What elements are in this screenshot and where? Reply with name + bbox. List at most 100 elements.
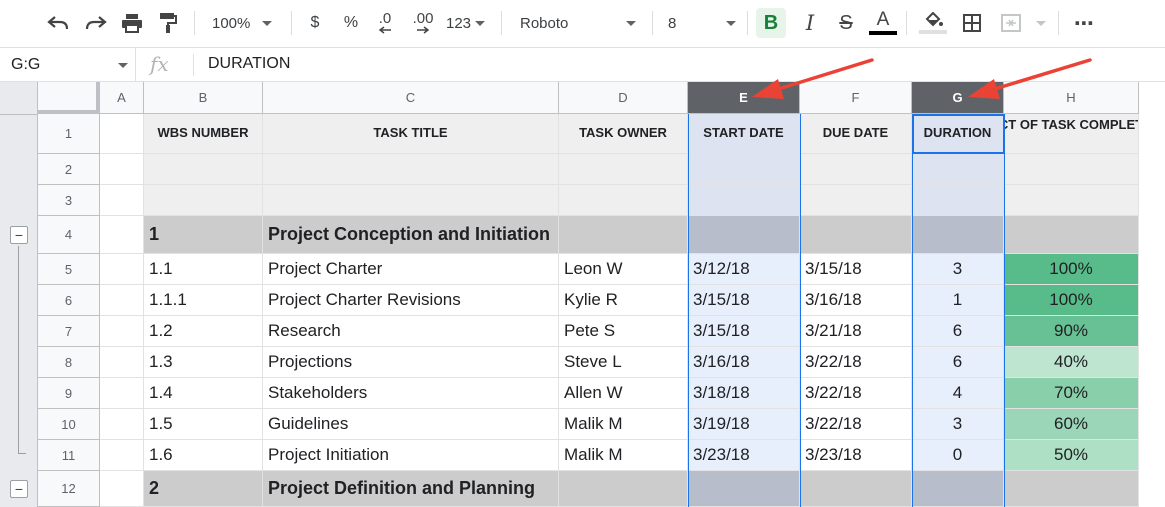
collapse-group-button[interactable]: − — [10, 480, 28, 498]
fill-color-icon[interactable] — [918, 8, 948, 38]
task-duration-cell[interactable]: 3 — [912, 409, 1004, 440]
grid-cell[interactable] — [800, 154, 912, 185]
italic-button[interactable]: I — [796, 8, 824, 38]
grid-cell[interactable] — [263, 154, 559, 185]
task-wbs-cell[interactable]: 1.2 — [144, 316, 263, 347]
task-due-cell[interactable]: 3/23/18 — [800, 440, 912, 471]
grid-cell[interactable] — [1004, 185, 1139, 216]
grid-cell[interactable] — [100, 254, 144, 285]
task-start-cell[interactable]: 3/15/18 — [688, 316, 800, 347]
grid-cell[interactable] — [1004, 154, 1139, 185]
task-pct-cell[interactable]: 60% — [1004, 409, 1139, 440]
grid-cell[interactable] — [100, 440, 144, 471]
task-duration-cell[interactable]: 6 — [912, 316, 1004, 347]
task-due-cell[interactable]: 3/22/18 — [800, 378, 912, 409]
row-header[interactable]: 9 — [38, 378, 100, 409]
grid-cell[interactable] — [100, 114, 144, 154]
group-row-cell[interactable] — [912, 471, 1004, 507]
task-pct-cell[interactable]: 100% — [1004, 285, 1139, 316]
print-icon[interactable] — [118, 8, 146, 38]
column-header-c[interactable]: C — [263, 82, 559, 114]
task-title-cell[interactable]: Stakeholders — [263, 378, 559, 409]
task-due-cell[interactable]: 3/21/18 — [800, 316, 912, 347]
grid-cell[interactable] — [559, 154, 688, 185]
header-cell-due[interactable]: DUE DATE — [800, 114, 912, 154]
group-title-cell[interactable]: Project Conception and Initiation — [263, 216, 559, 254]
task-pct-cell[interactable]: 40% — [1004, 347, 1139, 378]
header-cell-wbs[interactable]: WBS NUMBER — [144, 114, 263, 154]
grid-cell[interactable] — [100, 347, 144, 378]
column-header-f[interactable]: F — [800, 82, 912, 114]
task-start-cell[interactable]: 3/12/18 — [688, 254, 800, 285]
name-box[interactable]: G:G — [0, 48, 136, 81]
paint-format-icon[interactable] — [154, 8, 182, 38]
collapse-group-button[interactable]: − — [10, 226, 28, 244]
column-header-g[interactable]: G — [912, 82, 1004, 114]
redo-icon[interactable] — [82, 8, 110, 38]
task-owner-cell[interactable]: Pete S — [559, 316, 688, 347]
task-owner-cell[interactable]: Allen W — [559, 378, 688, 409]
group-row-cell[interactable] — [800, 216, 912, 254]
select-all-corner[interactable] — [38, 82, 100, 114]
task-wbs-cell[interactable]: 1.5 — [144, 409, 263, 440]
task-pct-cell[interactable]: 50% — [1004, 440, 1139, 471]
task-due-cell[interactable]: 3/16/18 — [800, 285, 912, 316]
grid-cell[interactable] — [688, 185, 800, 216]
task-start-cell[interactable]: 3/23/18 — [688, 440, 800, 471]
task-title-cell[interactable]: Project Charter Revisions — [263, 285, 559, 316]
grid-cell[interactable] — [559, 185, 688, 216]
group-row-cell[interactable] — [800, 471, 912, 507]
number-format-select[interactable]: 123 — [446, 8, 492, 38]
row-header[interactable]: 7 — [38, 316, 100, 347]
strikethrough-button[interactable]: S — [832, 8, 860, 38]
row-header[interactable]: 4 — [38, 216, 100, 254]
row-header[interactable]: 8 — [38, 347, 100, 378]
group-row-cell[interactable] — [688, 471, 800, 507]
task-title-cell[interactable]: Project Initiation — [263, 440, 559, 471]
grid-cell[interactable] — [688, 154, 800, 185]
header-cell-task[interactable]: TASK TITLE — [263, 114, 559, 154]
header-cell-owner[interactable]: TASK OWNER — [559, 114, 688, 154]
task-pct-cell[interactable]: 70% — [1004, 378, 1139, 409]
currency-format-button[interactable]: $ — [304, 8, 326, 38]
task-wbs-cell[interactable]: 1.3 — [144, 347, 263, 378]
grid-cell[interactable] — [263, 185, 559, 216]
group-row-cell[interactable] — [912, 216, 1004, 254]
increase-decimal-button[interactable]: .00 — [408, 8, 438, 38]
task-start-cell[interactable]: 3/15/18 — [688, 285, 800, 316]
column-header-h[interactable]: H — [1004, 82, 1139, 114]
task-due-cell[interactable]: 3/15/18 — [800, 254, 912, 285]
font-size-select[interactable]: 8 — [668, 8, 740, 38]
grid-cell[interactable] — [100, 216, 144, 254]
task-owner-cell[interactable]: Malik M — [559, 440, 688, 471]
decrease-decimal-button[interactable]: .0 — [372, 8, 398, 38]
grid-cell[interactable] — [100, 285, 144, 316]
task-pct-cell[interactable]: 90% — [1004, 316, 1139, 347]
chevron-down-icon[interactable] — [1036, 21, 1046, 26]
more-options-button[interactable]: ⋯ — [1070, 8, 1098, 38]
grid-cell[interactable] — [912, 185, 1004, 216]
grid-cell[interactable] — [800, 185, 912, 216]
task-title-cell[interactable]: Projections — [263, 347, 559, 378]
grid-cell[interactable] — [100, 316, 144, 347]
grid-cell[interactable] — [100, 471, 144, 507]
task-title-cell[interactable]: Project Charter — [263, 254, 559, 285]
task-owner-cell[interactable]: Steve L — [559, 347, 688, 378]
group-wbs-cell[interactable]: 2 — [144, 471, 263, 507]
grid-cell[interactable] — [100, 185, 144, 216]
column-header-a[interactable]: A — [100, 82, 144, 114]
task-due-cell[interactable]: 3/22/18 — [800, 347, 912, 378]
borders-icon[interactable] — [958, 8, 986, 38]
group-row-cell[interactable] — [1004, 471, 1139, 507]
group-row-cell[interactable] — [688, 216, 800, 254]
row-header[interactable]: 11 — [38, 440, 100, 471]
text-color-button[interactable]: A — [868, 8, 898, 38]
header-cell-duration[interactable]: DURATION — [912, 114, 1004, 154]
zoom-select[interactable]: 100% — [212, 8, 282, 38]
task-pct-cell[interactable]: 100% — [1004, 254, 1139, 285]
task-owner-cell[interactable]: Malik M — [559, 409, 688, 440]
percent-format-button[interactable]: % — [340, 8, 362, 38]
grid-cell[interactable] — [912, 154, 1004, 185]
row-header[interactable]: 12 — [38, 471, 100, 507]
row-header[interactable]: 3 — [38, 185, 100, 216]
